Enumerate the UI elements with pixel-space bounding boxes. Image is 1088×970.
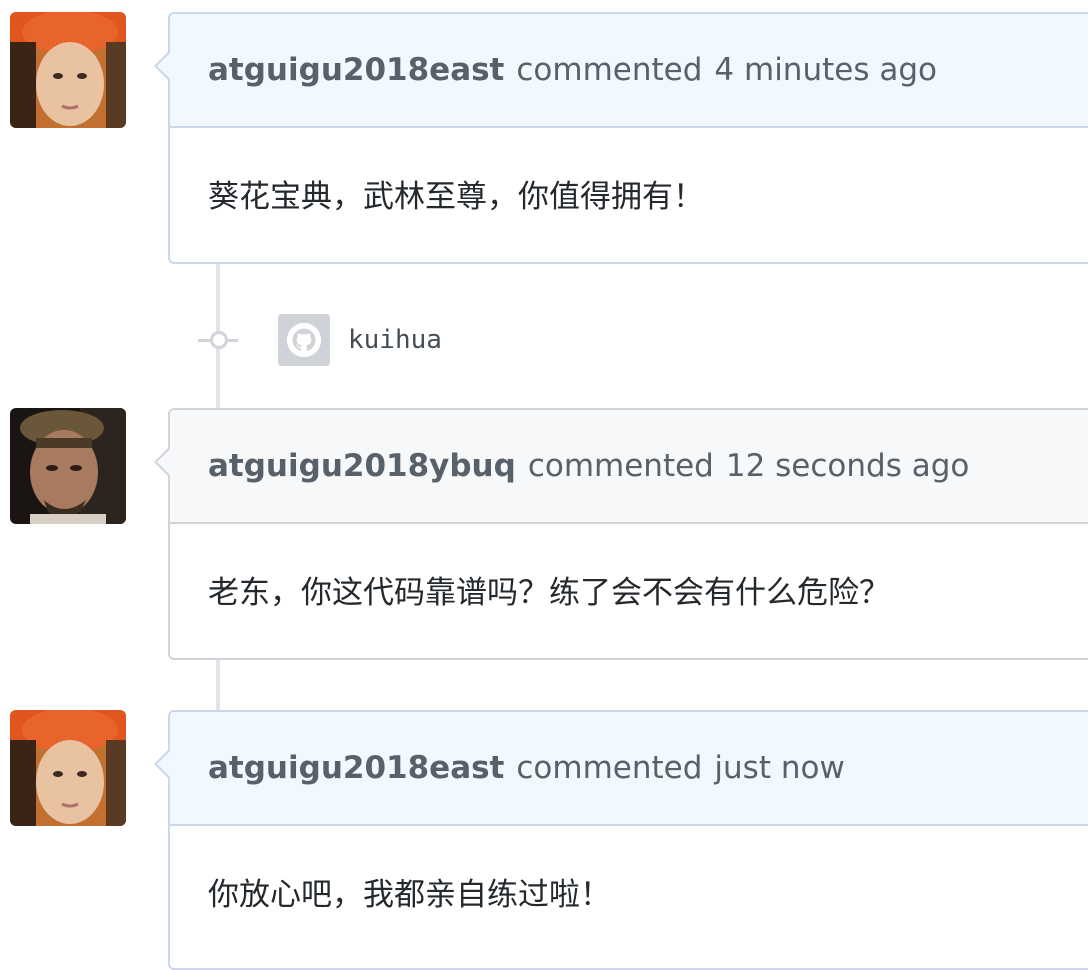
comment-body: 你放心吧，我都亲自练过啦！ bbox=[208, 876, 611, 913]
comment-caret bbox=[154, 748, 171, 780]
comment-author[interactable]: atguigu2018east bbox=[208, 52, 504, 88]
comment-timestamp[interactable]: 12 seconds ago bbox=[726, 448, 970, 484]
comment-author[interactable]: atguigu2018east bbox=[208, 750, 504, 786]
comment-action: commented bbox=[516, 52, 703, 88]
comment: atguigu2018east commented just now 你放心吧，… bbox=[154, 710, 1088, 970]
comment-header: atguigu2018ybuq commented 12 seconds ago bbox=[170, 410, 1088, 524]
comment-body: 葵花宝典，武林至尊，你值得拥有！ bbox=[208, 178, 704, 215]
avatar-ybuq-icon bbox=[10, 408, 126, 524]
avatar[interactable] bbox=[10, 710, 126, 826]
avatar-east-icon bbox=[10, 12, 126, 128]
comment-caret bbox=[154, 446, 171, 478]
label-name[interactable]: kuihua bbox=[348, 325, 442, 355]
label-event: kuihua bbox=[198, 308, 442, 372]
timeline-event-node bbox=[198, 330, 238, 350]
comment-action: commented bbox=[527, 448, 714, 484]
avatar[interactable] bbox=[10, 408, 126, 524]
avatar[interactable] bbox=[10, 12, 126, 128]
github-icon bbox=[278, 314, 330, 366]
comment-header: atguigu2018east commented 4 minutes ago bbox=[170, 14, 1088, 128]
comment-timestamp[interactable]: 4 minutes ago bbox=[714, 52, 937, 88]
comment: atguigu2018ybuq commented 12 seconds ago… bbox=[154, 408, 1088, 660]
comment-timestamp[interactable]: just now bbox=[714, 750, 844, 786]
timeline-line bbox=[216, 658, 220, 710]
comment-author[interactable]: atguigu2018ybuq bbox=[208, 448, 516, 484]
comment-header: atguigu2018east commented just now bbox=[170, 712, 1088, 826]
avatar-east-icon bbox=[10, 710, 126, 826]
comment-body: 老东，你这代码靠谱吗？练了会不会有什么危险？ bbox=[208, 574, 890, 611]
comment: atguigu2018east commented 4 minutes ago … bbox=[154, 12, 1088, 264]
comment-action: commented bbox=[516, 750, 703, 786]
comment-caret bbox=[154, 50, 171, 82]
